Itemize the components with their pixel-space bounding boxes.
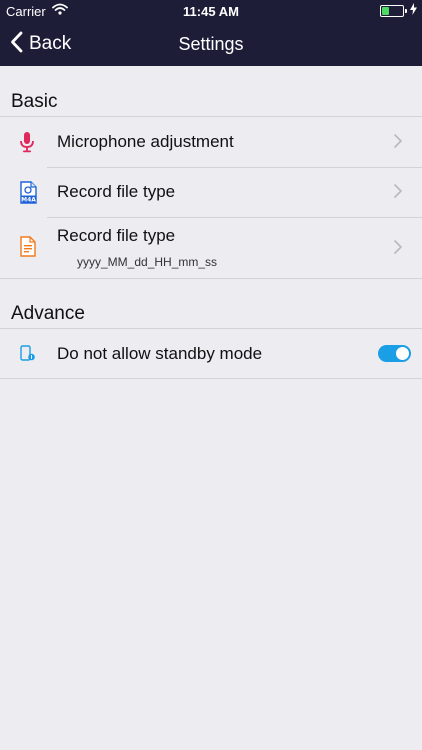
record-file-type-row[interactable]: M4A Record file type	[0, 167, 422, 217]
navigation-bar: Back Settings	[0, 22, 422, 66]
clock: 11:45 AM	[183, 4, 239, 19]
battery-nub	[405, 9, 407, 13]
row-label: Microphone adjustment	[57, 132, 234, 151]
divider	[0, 278, 422, 279]
toggle-knob	[396, 347, 409, 360]
chevron-right-icon	[394, 240, 403, 259]
section-header-basic: Basic	[11, 91, 58, 112]
microphone-adjustment-row[interactable]: Microphone adjustment	[0, 117, 422, 167]
row-label: Do not allow standby mode	[57, 344, 263, 363]
status-bar: Carrier 11:45 AM	[0, 0, 422, 22]
basic-settings-group: Microphone adjustment M4A Record file ty…	[0, 117, 422, 278]
standby-phone-icon	[20, 345, 36, 367]
divider	[0, 378, 422, 379]
page-title: Settings	[178, 34, 244, 54]
advance-settings-group: Do not allow standby mode	[0, 329, 422, 378]
standby-mode-toggle[interactable]	[378, 345, 411, 362]
chevron-right-icon	[394, 184, 403, 203]
row-value: yyyy_MM_dd_HH_mm_ss	[77, 255, 218, 269]
m4a-file-icon: M4A	[19, 181, 37, 209]
record-file-name-row[interactable]: Record file type yyyy_MM_dd_HH_mm_ss	[0, 217, 422, 278]
microphone-icon	[19, 132, 35, 159]
document-icon	[20, 236, 36, 262]
charging-bolt-icon	[410, 3, 417, 18]
standby-mode-row: Do not allow standby mode	[0, 329, 422, 378]
row-label: Record file type	[57, 182, 176, 201]
battery-icon	[380, 5, 407, 17]
row-label: Record file type	[57, 226, 176, 245]
section-header-advance: Advance	[11, 303, 85, 324]
m4a-badge-text: M4A	[21, 197, 36, 204]
chevron-right-icon	[394, 134, 403, 153]
battery-level	[382, 7, 389, 15]
